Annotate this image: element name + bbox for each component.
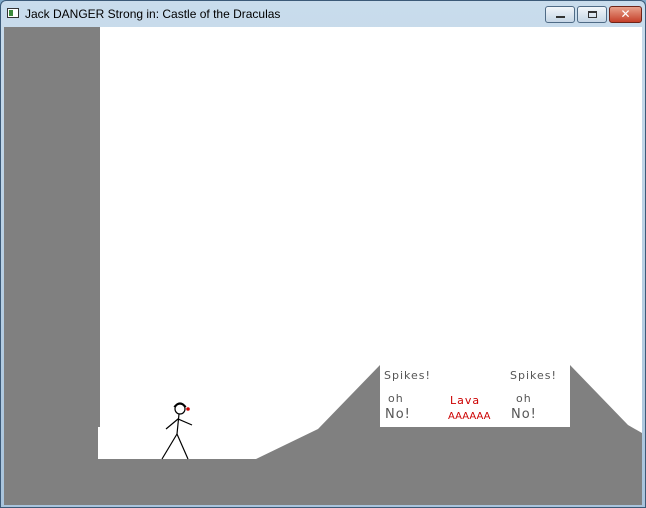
minimize-icon	[556, 16, 565, 18]
close-button[interactable]: ✕	[609, 6, 642, 23]
game-window: Jack DANGER Strong in: Castle of the Dra…	[0, 0, 646, 508]
oh-label-left: oh	[388, 392, 404, 405]
spikes-label-right: Spikes!	[510, 369, 557, 382]
window-title: Jack DANGER Strong in: Castle of the Dra…	[25, 7, 281, 21]
player-arms	[165, 418, 193, 430]
left-wall	[4, 27, 100, 459]
game-canvas[interactable]: Spikes! oh No! Lava AAAAAA Spikes! oh No…	[4, 27, 642, 505]
lava-scream-label: AAAAAA	[448, 411, 491, 422]
title-bar[interactable]: Jack DANGER Strong in: Castle of the Dra…	[1, 1, 645, 27]
player-stick-figure[interactable]	[161, 402, 193, 460]
lava-label: Lava	[450, 394, 481, 407]
app-icon[interactable]	[7, 8, 19, 18]
player-body	[176, 413, 180, 435]
minimize-button[interactable]	[545, 6, 575, 23]
player-nose	[186, 407, 190, 411]
no-label-right: No!	[511, 407, 537, 422]
maximize-button[interactable]	[577, 6, 607, 23]
spikes-label-left: Spikes!	[384, 369, 431, 382]
oh-label-right: oh	[516, 392, 532, 405]
no-label-left: No!	[385, 407, 411, 422]
player-legs	[161, 432, 189, 460]
player-head	[174, 403, 186, 415]
level-geometry	[4, 27, 642, 505]
maximize-icon	[588, 11, 597, 18]
close-icon: ✕	[620, 7, 631, 21]
